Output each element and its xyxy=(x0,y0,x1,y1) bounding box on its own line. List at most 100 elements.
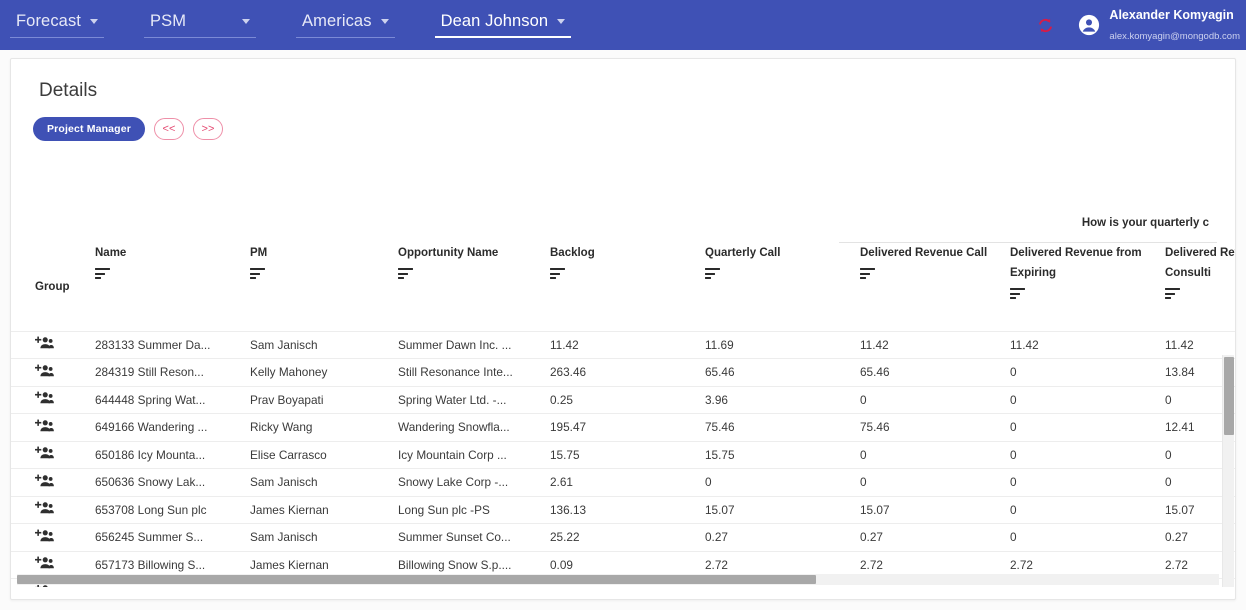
column-header-quarterly-call-label: Quarterly Call xyxy=(705,243,860,263)
table-row[interactable]: 656245 Summer S...Sam JanischSummer Suns… xyxy=(11,524,1235,552)
table-cell-dr1: 11.42 xyxy=(860,331,1010,359)
filter-sort-icon[interactable] xyxy=(95,268,113,279)
table-cell-name: 644448 Spring Wat... xyxy=(95,386,250,414)
filter-sort-icon[interactable] xyxy=(860,268,878,279)
filter-sort-icon[interactable] xyxy=(398,268,416,279)
filter-sort-icon[interactable] xyxy=(250,268,268,279)
column-header-delivered-revenue-call-label: Delivered Revenue Call xyxy=(860,243,1010,263)
table-cell-opp: Summer Dawn Inc. ... xyxy=(398,331,550,359)
table-cell-dr2: 0 xyxy=(1010,441,1165,469)
table-cell-qcall: 0 xyxy=(705,469,860,497)
refresh-icon[interactable] xyxy=(1037,17,1054,34)
details-table: Group Name PM Opportunity Name xyxy=(11,243,1235,587)
table-row[interactable]: 649166 Wandering ...Ricky WangWandering … xyxy=(11,414,1235,442)
table-row[interactable]: 653708 Long Sun plcJames KiernanLong Sun… xyxy=(11,496,1235,524)
horizontal-scrollbar[interactable] xyxy=(17,574,1219,585)
table-cell-back: 11.42 xyxy=(550,331,705,359)
table-cell-dr2: 0 xyxy=(1010,386,1165,414)
add-group-icon[interactable] xyxy=(11,359,95,387)
table-cell-pm: Sam Janisch xyxy=(250,524,398,552)
column-header-delivered-revenue-consulting[interactable]: Delivered Rev from Consulti xyxy=(1165,243,1235,331)
column-header-delivered-revenue-call[interactable]: Delivered Revenue Call xyxy=(860,243,1010,331)
filter-sort-icon[interactable] xyxy=(1165,288,1183,299)
nav-item-forecast[interactable]: Forecast xyxy=(10,12,104,38)
table-row[interactable]: 284319 Still Reson...Kelly MahoneyStill … xyxy=(11,359,1235,387)
navbar-right-group: Alexander Komyagin alex.komyagin@mongodb… xyxy=(1037,0,1240,50)
nav-item-psm[interactable]: PSM xyxy=(144,12,256,38)
table-cell-back: 195.47 xyxy=(550,414,705,442)
add-group-icon[interactable] xyxy=(11,524,95,552)
chevron-down-icon xyxy=(90,19,98,24)
details-card: Details Project Manager << >> How is you… xyxy=(10,58,1236,600)
add-group-icon[interactable] xyxy=(11,469,95,497)
data-table-container: How is your quarterly c Group Name xyxy=(11,209,1235,587)
table-cell-qcall: 65.46 xyxy=(705,359,860,387)
previous-page-button[interactable]: << xyxy=(154,118,184,140)
column-header-group-label: Group xyxy=(35,277,95,297)
nav-menu: Forecast PSM Americas Dean Johnson xyxy=(10,12,611,38)
add-group-icon[interactable] xyxy=(11,496,95,524)
horizontal-scrollbar-thumb[interactable] xyxy=(17,575,816,584)
add-group-icon[interactable] xyxy=(11,386,95,414)
filter-sort-icon[interactable] xyxy=(705,268,723,279)
table-row[interactable]: 650186 Icy Mounta...Elise CarrascoIcy Mo… xyxy=(11,441,1235,469)
table-cell-name: 653708 Long Sun plc xyxy=(95,496,250,524)
account-name: Alexander Komyagin xyxy=(1109,8,1233,22)
column-header-quarterly-call[interactable]: Quarterly Call xyxy=(705,243,860,331)
column-header-backlog-label: Backlog xyxy=(550,243,705,263)
column-header-pm-label: PM xyxy=(250,243,398,263)
column-header-opportunity-name[interactable]: Opportunity Name xyxy=(398,243,550,331)
table-cell-back: 136.13 xyxy=(550,496,705,524)
table-cell-pm: Sam Janisch xyxy=(250,331,398,359)
add-group-icon[interactable] xyxy=(11,331,95,359)
table-cell-opp: Wandering Snowfla... xyxy=(398,414,550,442)
nav-item-psm-label: PSM xyxy=(150,12,186,31)
filter-sort-icon[interactable] xyxy=(550,268,568,279)
table-row[interactable]: 644448 Spring Wat...Prav BoyapatiSpring … xyxy=(11,386,1235,414)
column-header-delivered-revenue-expiring[interactable]: Delivered Revenue from Expiring xyxy=(1010,243,1165,331)
project-manager-filter-pill[interactable]: Project Manager xyxy=(33,117,145,141)
table-cell-pm: Kelly Mahoney xyxy=(250,359,398,387)
table-cell-back: 2.61 xyxy=(550,469,705,497)
column-header-delivered-revenue-expiring-label: Delivered Revenue from Expiring xyxy=(1010,243,1165,283)
table-row[interactable]: 283133 Summer Da...Sam JanischSummer Daw… xyxy=(11,331,1235,359)
table-cell-dr1: 65.46 xyxy=(860,359,1010,387)
table-cell-back: 263.46 xyxy=(550,359,705,387)
column-header-name[interactable]: Name xyxy=(95,243,250,331)
vertical-scrollbar-thumb[interactable] xyxy=(1224,357,1234,435)
table-cell-pm: Elise Carrasco xyxy=(250,441,398,469)
table-cell-dr2: 11.42 xyxy=(1010,331,1165,359)
table-cell-name: 656245 Summer S... xyxy=(95,524,250,552)
add-group-icon[interactable] xyxy=(11,441,95,469)
table-cell-opp: Long Sun plc -PS xyxy=(398,496,550,524)
table-cell-name: 284319 Still Reson... xyxy=(95,359,250,387)
table-cell-qcall: 3.96 xyxy=(705,386,860,414)
column-header-delivered-revenue-consulting-label: Delivered Rev from Consulti xyxy=(1165,243,1235,283)
table-row[interactable]: 650636 Snowy Lak...Sam JanischSnowy Lake… xyxy=(11,469,1235,497)
account-menu[interactable]: Alexander Komyagin alex.komyagin@mongodb… xyxy=(1078,5,1240,45)
add-group-icon[interactable] xyxy=(11,414,95,442)
filter-toolbar: Project Manager << >> xyxy=(11,102,1235,141)
nav-item-dean-johnson[interactable]: Dean Johnson xyxy=(435,12,572,38)
table-cell-pm: Ricky Wang xyxy=(250,414,398,442)
table-cell-opp: Icy Mountain Corp ... xyxy=(398,441,550,469)
nav-item-americas[interactable]: Americas xyxy=(296,12,395,38)
table-cell-name: 649166 Wandering ... xyxy=(95,414,250,442)
vertical-scrollbar[interactable] xyxy=(1222,355,1234,587)
nav-item-dean-johnson-label: Dean Johnson xyxy=(441,12,549,31)
table-cell-pm: James Kiernan xyxy=(250,496,398,524)
filter-sort-icon[interactable] xyxy=(1010,288,1028,299)
table-cell-opp: Summer Sunset Co... xyxy=(398,524,550,552)
table-cell-opp: Still Resonance Inte... xyxy=(398,359,550,387)
table-cell-qcall: 15.07 xyxy=(705,496,860,524)
table-cell-opp: Snowy Lake Corp -... xyxy=(398,469,550,497)
table-cell-dr2: 0 xyxy=(1010,359,1165,387)
column-group-divider xyxy=(839,242,1217,243)
table-cell-name: 650636 Snowy Lak... xyxy=(95,469,250,497)
table-cell-dr1: 0.27 xyxy=(860,524,1010,552)
column-header-pm[interactable]: PM xyxy=(250,243,398,331)
table-header: Group Name PM Opportunity Name xyxy=(11,243,1235,331)
next-page-button[interactable]: >> xyxy=(193,118,223,140)
column-header-group[interactable]: Group xyxy=(11,243,95,331)
column-header-backlog[interactable]: Backlog xyxy=(550,243,705,331)
